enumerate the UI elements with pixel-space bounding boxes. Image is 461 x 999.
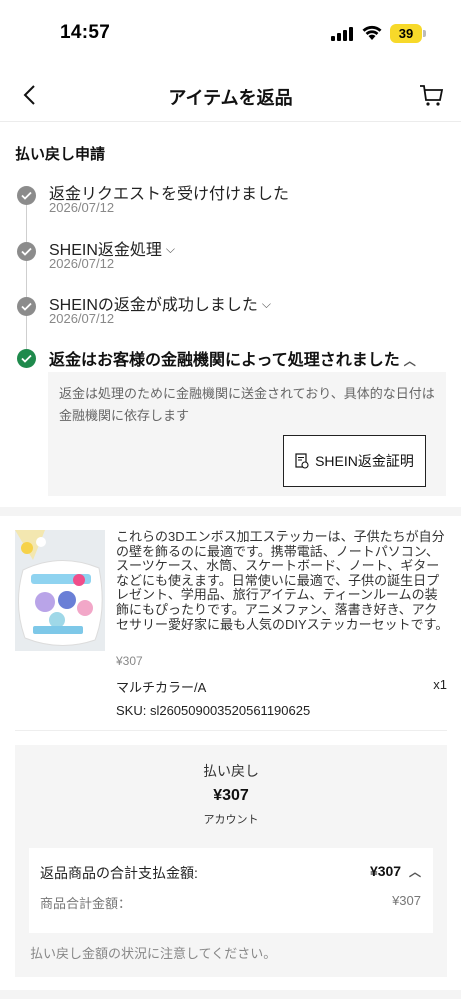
chevron-up-icon[interactable]: ︿ <box>409 863 421 880</box>
summary-note: 払い戻し金額の状況に注意してください。 <box>30 946 277 961</box>
product-sku: SKU: sl2605090035205611906​25 <box>116 703 311 718</box>
refund-proof-label: SHEIN返金証明 <box>315 453 414 469</box>
total-value: ¥307 <box>369 863 402 879</box>
refund-info-box: 返金は処理のために金融機関に送金されており、具体的な日付は金融機関に依存します … <box>48 372 446 496</box>
check-circle-icon <box>17 349 36 368</box>
step-date: 2026/07/12 <box>49 311 115 326</box>
step-date: 2026/07/12 <box>49 200 115 215</box>
wifi-icon <box>362 25 382 40</box>
document-icon <box>295 453 309 469</box>
product-description: これらの3Dエンボス加工ステッカーは、子供たちが自分の壁を飾るのに最適です。携帯… <box>116 529 449 632</box>
refund-summary: 払い戻し ¥307 アカウント 返品商品の合計支払金額: ¥307 ︿ 商品合計… <box>15 745 447 977</box>
subtotal-label: 商品合計金額： <box>40 896 132 911</box>
refund-section-title: 払い戻し申請 <box>15 146 106 163</box>
step-label-row: 返金はお客様の金融機関によって処理されました ︿ <box>49 346 416 370</box>
product-variant: マルチカラー/A <box>116 680 207 695</box>
battery-level: 39 <box>390 24 422 43</box>
product-image[interactable] <box>15 530 105 651</box>
step-date: 2026/07/12 <box>49 256 115 271</box>
product-quantity: x1 <box>433 677 447 692</box>
summary-breakdown: 返品商品の合計支払金額: ¥307 ︿ 商品合計金額： ¥307 <box>29 848 433 933</box>
page-title: アイテムを返品 <box>168 88 293 108</box>
divider <box>15 730 447 731</box>
status-time: 14:57 <box>60 22 111 43</box>
product-price: ¥307 <box>116 654 143 668</box>
summary-amount: ¥307 <box>213 787 249 804</box>
check-icon <box>17 297 36 316</box>
summary-method: アカウント <box>203 814 259 826</box>
status-bar: 14:57 39 <box>0 0 461 66</box>
section-divider <box>0 990 461 999</box>
section-divider <box>0 507 461 516</box>
total-toggle[interactable]: ¥307 ︿ <box>370 863 421 880</box>
step-label: 返金はお客様の金融機関によって処理されました <box>49 352 400 369</box>
cart-icon <box>420 85 444 106</box>
check-icon <box>17 242 36 261</box>
chevron-down-icon[interactable]: ⌵ <box>166 242 175 257</box>
subtotal-value: ¥307 <box>392 893 421 908</box>
signal-icon <box>331 27 353 41</box>
total-label: 返品商品の合計支払金額: <box>40 865 198 881</box>
chevron-up-icon[interactable]: ︿ <box>404 352 416 369</box>
refund-proof-button[interactable]: SHEIN返金証明 <box>283 435 426 487</box>
cart-button[interactable] <box>418 82 448 110</box>
chevron-down-icon[interactable]: ⌵ <box>262 297 271 312</box>
summary-label: 払い戻し <box>203 763 259 779</box>
refund-info-text: 返金は処理のために金融機関に送金されており、具体的な日付は金融機関に依存します <box>59 386 435 423</box>
check-icon <box>17 186 36 205</box>
battery-indicator: 39 <box>390 24 426 43</box>
header: アイテムを返品 <box>0 70 461 122</box>
